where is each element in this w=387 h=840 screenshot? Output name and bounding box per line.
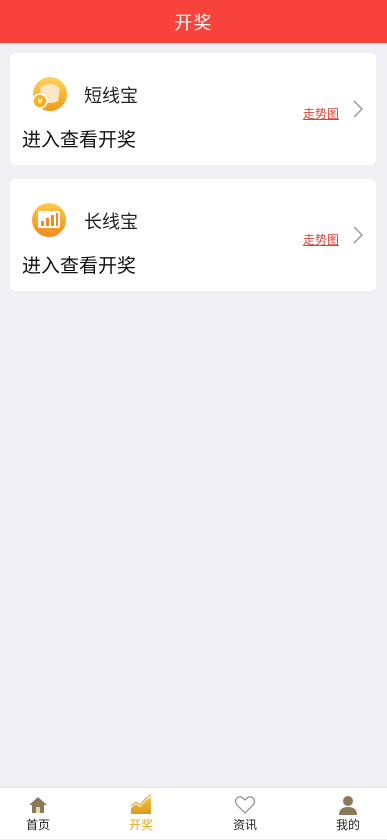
- page-title: 开奖: [174, 12, 213, 34]
- enter-draw-label[interactable]: 进入查看开奖: [22, 251, 136, 278]
- bottom-tab-bar: 首页 开奖 资讯 我的: [0, 787, 387, 839]
- chevron-right-icon: [353, 226, 364, 244]
- card-title: 短线宝: [84, 86, 138, 107]
- enter-draw-label[interactable]: 进入查看开奖: [22, 125, 136, 152]
- tab-home[interactable]: 首页: [8, 794, 68, 840]
- card-title: 长线宝: [84, 212, 138, 233]
- tab-label: 开奖: [128, 818, 153, 832]
- heart-icon: [234, 796, 256, 814]
- user-icon: [339, 796, 357, 815]
- trend-chart-icon: [130, 794, 152, 814]
- tab-draw[interactable]: 开奖: [111, 794, 171, 840]
- tab-news[interactable]: 资讯: [215, 794, 275, 840]
- lottery-card-long[interactable]: 长线宝 进入查看开奖 走势图: [10, 179, 376, 291]
- trend-chart-link[interactable]: 走势图: [303, 105, 339, 122]
- lottery-card-short[interactable]: ¥ 短线宝 进入查看开奖 走势图: [10, 53, 376, 165]
- chevron-right-icon: [353, 100, 364, 118]
- coin-wallet-icon: ¥: [32, 77, 67, 111]
- bar-chart-icon: [32, 203, 66, 237]
- trend-chart-link[interactable]: 走势图: [303, 231, 339, 248]
- tab-label: 我的: [335, 818, 360, 832]
- tab-me[interactable]: 我的: [318, 794, 378, 840]
- tab-label: 首页: [25, 818, 50, 832]
- home-icon: [29, 797, 47, 813]
- top-header: 开奖: [0, 0, 387, 43]
- svg-text:¥: ¥: [37, 97, 42, 106]
- tab-label: 资讯: [232, 818, 257, 832]
